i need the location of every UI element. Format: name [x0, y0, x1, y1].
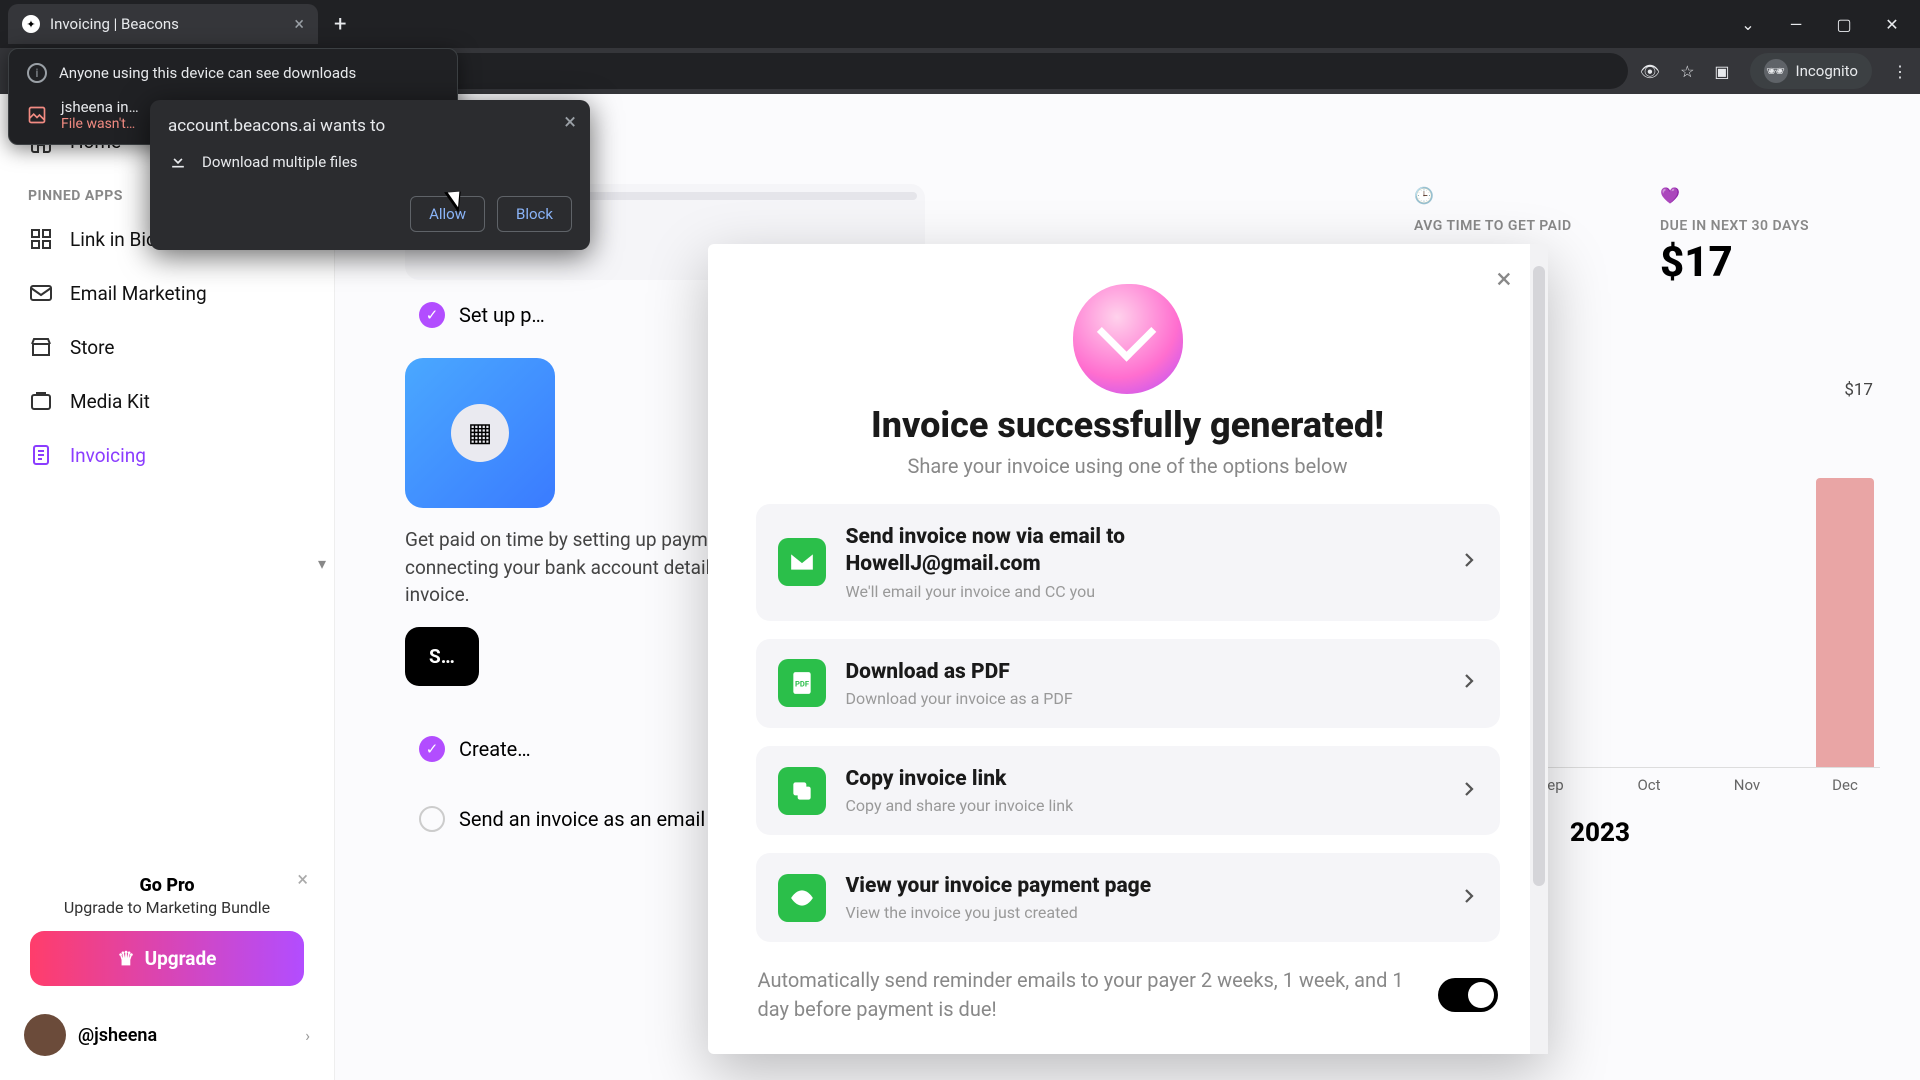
illustration-card: ▦	[405, 358, 555, 508]
scrollbar[interactable]	[1530, 244, 1548, 1054]
clock-icon: 🕒	[1414, 186, 1440, 212]
browser-tab[interactable]: ✦ Invoicing | Beacons ×	[8, 4, 318, 44]
allow-button[interactable]: Allow	[410, 196, 485, 232]
new-tab-button[interactable]: +	[334, 12, 346, 37]
reminder-toggle-row: Automatically send reminder emails to yo…	[756, 960, 1500, 1024]
eye-icon	[778, 874, 826, 922]
extensions-icon[interactable]: ▣	[1714, 62, 1729, 81]
envelope-icon	[778, 538, 826, 586]
stat-due: 💜 DUE IN NEXT 30 DAYS $17	[1660, 186, 1880, 287]
info-icon: i	[27, 63, 47, 83]
chevron-right-icon	[1460, 780, 1478, 802]
reminder-toggle[interactable]	[1438, 978, 1498, 1012]
download-filename[interactable]: jsheena in…	[61, 98, 139, 116]
reminder-text: Automatically send reminder emails to yo…	[758, 966, 1414, 1024]
option-copy-link[interactable]: Copy invoice link Copy and share your in…	[756, 746, 1500, 835]
sidebar-item-email-marketing[interactable]: Email Marketing	[16, 266, 318, 320]
download-icon	[168, 150, 188, 174]
mouse-cursor	[450, 186, 468, 212]
permission-prompt: × account.beacons.ai wants to Download m…	[150, 100, 590, 250]
tab-favicon: ✦	[22, 15, 40, 33]
stat-label: AVG TIME TO GET PAID	[1414, 218, 1634, 234]
incognito-indicator[interactable]: 🕶 Incognito	[1750, 53, 1872, 89]
copy-icon	[778, 767, 826, 815]
grid-icon	[28, 226, 54, 252]
promo-subtitle: Upgrade to Marketing Bundle	[30, 898, 304, 917]
envelope-icon	[28, 280, 54, 306]
sidebar-item-label: Email Marketing	[70, 282, 207, 305]
send-step-label: Send an invoice as an email	[459, 807, 705, 831]
user-handle: @jsheena	[78, 1025, 157, 1046]
downloads-message: Anyone using this device can see downloa…	[59, 63, 356, 84]
qr-icon: ▦	[451, 404, 509, 462]
promo-title: Go Pro	[30, 875, 304, 896]
sidebar-item-invoicing[interactable]: Invoicing	[16, 428, 318, 482]
modal-subtitle: Share your invoice using one of the opti…	[756, 454, 1500, 478]
bookmark-star-icon[interactable]: ☆	[1680, 62, 1694, 81]
window-minimize-icon[interactable]: —	[1786, 15, 1806, 34]
media-kit-icon	[28, 388, 54, 414]
svg-text:PDF: PDF	[795, 679, 809, 688]
check-icon: ✓	[419, 302, 445, 328]
heart-icon: 💜	[1660, 186, 1686, 212]
eye-off-icon[interactable]: 👁	[1640, 62, 1660, 81]
unchecked-icon	[419, 806, 445, 832]
upgrade-button[interactable]: ♛ Upgrade	[30, 931, 304, 986]
store-icon	[28, 334, 54, 360]
primary-action-button[interactable]: S…	[405, 627, 479, 686]
sidebar-item-label: Invoicing	[70, 444, 146, 467]
permission-origin: account.beacons.ai wants to	[168, 116, 572, 136]
user-menu[interactable]: @jsheena ›	[16, 1000, 318, 1060]
block-button[interactable]: Block	[497, 196, 572, 232]
incognito-icon: 🕶	[1764, 59, 1788, 83]
option-view-page[interactable]: View your invoice payment page View the …	[756, 853, 1500, 942]
modal-title: Invoice successfully generated!	[756, 404, 1500, 446]
chevron-right-icon	[1460, 672, 1478, 694]
close-icon[interactable]: ×	[297, 867, 308, 891]
sidebar-item-label: Media Kit	[70, 390, 150, 413]
close-icon[interactable]: ×	[1497, 262, 1512, 295]
tab-close-icon[interactable]: ×	[294, 14, 304, 35]
option-send-email[interactable]: Send invoice now via email toHowellJ@gma…	[756, 504, 1500, 621]
crown-icon: ♛	[118, 947, 135, 970]
kebab-menu-icon[interactable]: ⋮	[1892, 62, 1908, 81]
pdf-icon: PDF	[778, 659, 826, 707]
create-step-label: Create…	[459, 737, 531, 761]
tab-title: Invoicing | Beacons	[50, 15, 284, 33]
stat-label: DUE IN NEXT 30 DAYS	[1660, 218, 1880, 234]
close-icon[interactable]: ×	[564, 110, 576, 135]
invoice-generated-modal: × Invoice successfully generated! Share …	[708, 244, 1548, 1054]
chevron-right-icon	[1460, 551, 1478, 573]
check-icon: ✓	[419, 736, 445, 762]
setup-step-label: Set up p…	[459, 303, 545, 327]
window-controls: ⌄ — ▢ ✕	[1738, 15, 1920, 34]
download-error: File wasn't…	[61, 116, 139, 132]
browser-tabstrip: ✦ Invoicing | Beacons × + ⌄ — ▢ ✕	[0, 0, 1920, 48]
option-download-pdf[interactable]: PDF Download as PDF Download your invoic…	[756, 639, 1500, 728]
incognito-label: Incognito	[1796, 62, 1858, 80]
sidebar-item-store[interactable]: Store	[16, 320, 318, 374]
bar-value-label: $17	[1844, 380, 1873, 400]
chevron-down-icon[interactable]: ▾	[318, 554, 334, 570]
window-maximize-icon[interactable]: ▢	[1834, 15, 1854, 34]
sidebar-item-label: Link in Bio	[70, 228, 157, 251]
promo-card: × Go Pro Upgrade to Marketing Bundle ♛ U…	[16, 861, 318, 1000]
avatar	[24, 1014, 66, 1056]
permission-action: Download multiple files	[202, 153, 358, 171]
stat-value: $17	[1660, 238, 1880, 287]
image-file-icon	[27, 105, 47, 125]
sidebar-item-label: Store	[70, 336, 115, 359]
chevron-right-icon: ›	[305, 1026, 310, 1045]
chevron-down-icon[interactable]: ⌄	[1738, 15, 1758, 34]
invoice-icon	[28, 442, 54, 468]
success-badge-icon	[1073, 284, 1183, 394]
upgrade-button-label: Upgrade	[145, 947, 217, 970]
window-close-icon[interactable]: ✕	[1882, 15, 1902, 34]
chevron-right-icon	[1460, 887, 1478, 909]
sidebar-item-media-kit[interactable]: Media Kit	[16, 374, 318, 428]
